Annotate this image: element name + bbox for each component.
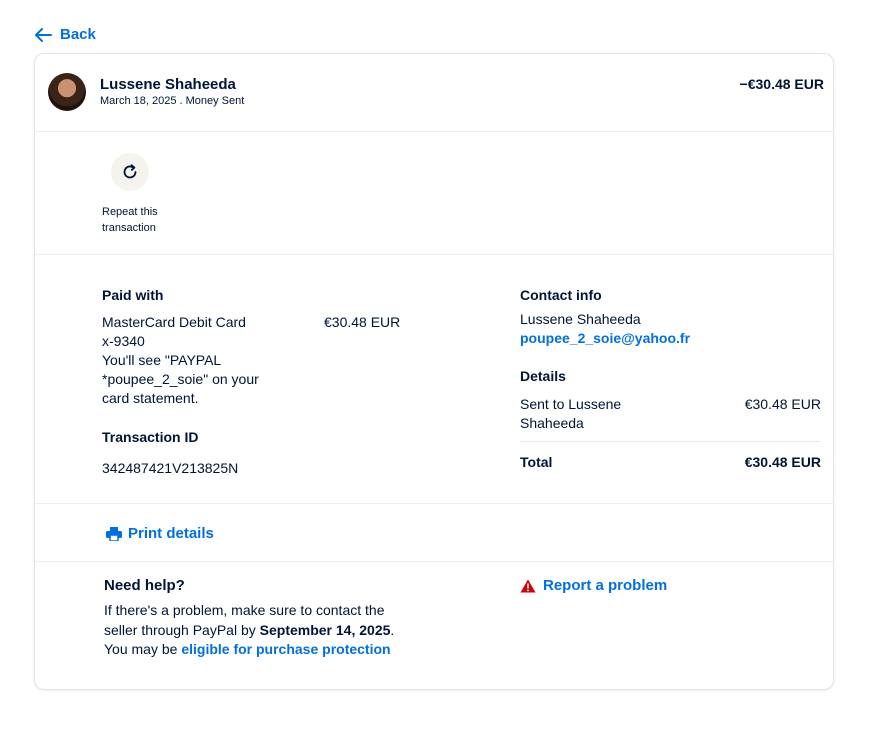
details-divider: [520, 441, 820, 442]
card-suffix: x-9340: [102, 333, 145, 349]
divider: [35, 503, 833, 504]
transaction-id-heading: Transaction ID: [102, 429, 199, 445]
transaction-id: 342487421V213825N: [102, 460, 239, 476]
print-details-button[interactable]: Print details: [106, 525, 214, 542]
need-help-text: If there's a problem, make sure to conta…: [104, 601, 409, 660]
contact-email-link[interactable]: poupee_2_soie@yahoo.fr: [520, 329, 690, 348]
payment-amount: €30.48 EUR: [324, 314, 401, 330]
arrow-left-icon: [35, 27, 52, 42]
repeat-transaction-label[interactable]: Repeat this transaction: [102, 204, 182, 236]
transaction-amount: −€30.48 EUR: [739, 76, 824, 92]
divider: [35, 131, 833, 132]
divider: [35, 561, 833, 562]
purchase-protection-link[interactable]: eligible for purchase protection: [181, 641, 390, 657]
warning-icon: [520, 579, 536, 592]
total-amount: €30.48 EUR: [744, 454, 821, 470]
transaction-card: Lussene Shaheeda March 18, 2025 . Money …: [34, 53, 834, 690]
back-link[interactable]: Back: [35, 26, 96, 43]
report-problem-label: Report a problem: [543, 577, 668, 594]
divider: [35, 254, 833, 255]
contact-name: Lussene Shaheeda: [520, 311, 641, 327]
transaction-subtitle: March 18, 2025 . Money Sent: [100, 95, 245, 107]
refresh-icon: [123, 164, 137, 179]
details-line-amount: €30.48 EUR: [744, 396, 821, 412]
need-help-heading: Need help?: [104, 577, 185, 594]
total-label: Total: [520, 454, 553, 470]
help-deadline: September 14, 2025: [259, 621, 391, 638]
details-line-label: Sent to Lussene Shaheeda: [520, 396, 622, 431]
statement-note: You'll see "PAYPAL *poupee_2_soie" on yo…: [102, 352, 259, 406]
paid-with-heading: Paid with: [102, 287, 164, 303]
report-problem-link[interactable]: Report a problem: [520, 577, 667, 594]
repeat-transaction-button[interactable]: [111, 153, 149, 191]
back-label: Back: [60, 26, 96, 43]
contact-info-heading: Contact info: [520, 287, 602, 303]
print-details-label: Print details: [128, 525, 214, 542]
avatar: [48, 73, 86, 111]
payment-method: MasterCard Debit Card: [102, 314, 246, 330]
details-heading: Details: [520, 368, 566, 384]
printer-icon: [106, 526, 122, 541]
recipient-name: Lussene Shaheeda: [100, 76, 236, 93]
